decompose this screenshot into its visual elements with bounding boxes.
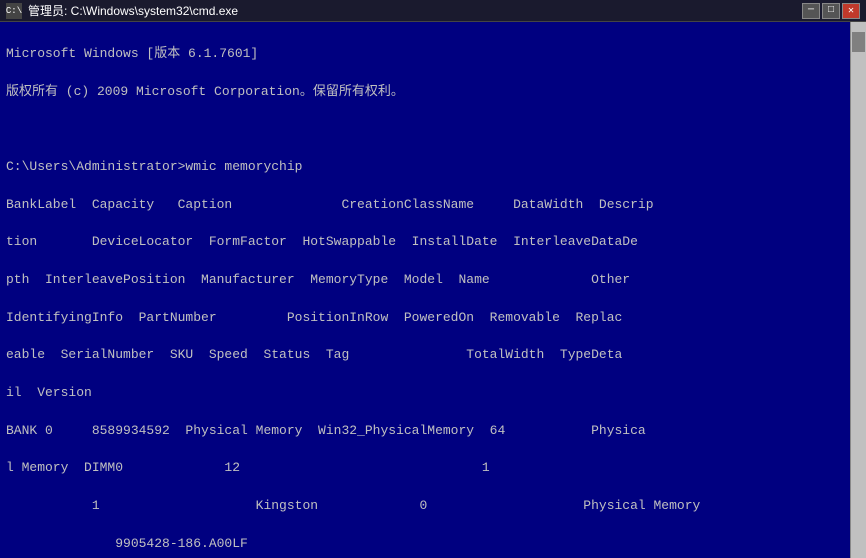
output-line-5: BankLabel Capacity Caption CreationClass… [6,196,860,215]
output-line-4: C:\Users\Administrator>wmic memorychip [6,158,860,177]
close-button[interactable]: ✕ [842,3,860,19]
output-line-10: il Version [6,384,860,403]
output-line-2: 版权所有 (c) 2009 Microsoft Corporation。保留所有… [6,83,860,102]
scrollbar-thumb[interactable] [852,32,865,52]
output-line-13: 1 Kingston 0 Physical Memory [6,497,860,516]
scrollbar[interactable] [850,22,866,558]
output-line-3 [6,120,860,139]
output-line-8: IdentifyingInfo PartNumber PositionInRow… [6,309,860,328]
output-line-11: BANK 0 8589934592 Physical Memory Win32_… [6,422,860,441]
output-line-7: pth InterleavePosition Manufacturer Memo… [6,271,860,290]
output-line-9: eable SerialNumber SKU Speed Status Tag … [6,346,860,365]
maximize-button[interactable]: □ [822,3,840,19]
minimize-button[interactable]: ─ [802,3,820,19]
output-line-6: tion DeviceLocator FormFactor HotSwappab… [6,233,860,252]
titlebar-title: 管理员: C:\Windows\system32\cmd.exe [28,2,802,19]
cmd-icon: C:\ [6,3,22,19]
output-line-12: l Memory DIMM0 12 1 [6,459,860,478]
cmd-output: Microsoft Windows [版本 6.1.7601] 版权所有 (c)… [6,26,860,558]
window-controls: ─ □ ✕ [802,3,860,19]
titlebar: C:\ 管理员: C:\Windows\system32\cmd.exe ─ □… [0,0,866,22]
output-line-1: Microsoft Windows [版本 6.1.7601] [6,45,860,64]
output-line-14: 9905428-186.A00LF [6,535,860,554]
cmd-window: Microsoft Windows [版本 6.1.7601] 版权所有 (c)… [0,22,866,558]
